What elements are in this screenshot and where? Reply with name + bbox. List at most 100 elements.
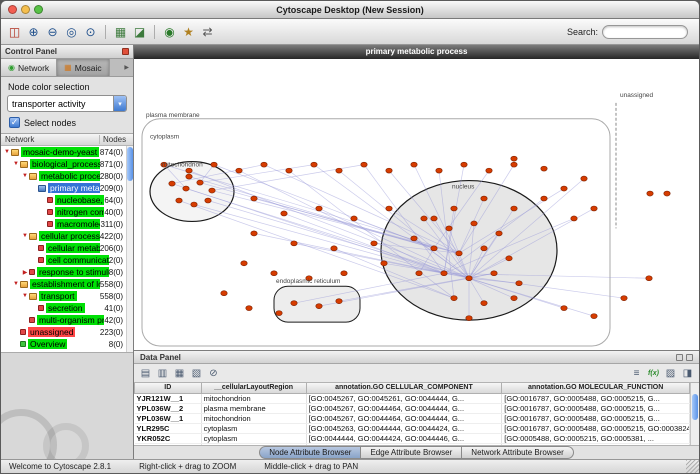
graph-node[interactable] bbox=[241, 261, 247, 266]
graph-node[interactable] bbox=[291, 301, 297, 306]
zoom-out-icon[interactable]: ⊖ bbox=[44, 23, 61, 40]
graph-node[interactable] bbox=[386, 168, 392, 173]
select-nodes-checkbox[interactable]: ✓ bbox=[9, 117, 20, 128]
tree-row[interactable]: nitrogen compound meta40(0) bbox=[1, 206, 133, 218]
column-header[interactable]: __cellularLayoutRegion bbox=[201, 383, 306, 393]
graph-node[interactable] bbox=[211, 162, 217, 167]
tree-row[interactable]: secretion41(0) bbox=[1, 302, 133, 314]
tree-row[interactable]: primary metabolic process209(0) bbox=[1, 182, 133, 194]
graph-node[interactable] bbox=[581, 176, 587, 181]
graph-node[interactable] bbox=[496, 231, 502, 236]
graph-node[interactable] bbox=[336, 299, 342, 304]
graph-node[interactable] bbox=[371, 241, 377, 246]
tab-network-attribute-browser[interactable]: Network Attribute Browser bbox=[461, 446, 573, 459]
graph-node[interactable] bbox=[251, 231, 257, 236]
graph-node[interactable] bbox=[386, 206, 392, 211]
graph-node[interactable] bbox=[456, 251, 462, 256]
zoom-fit-icon[interactable]: ⊙ bbox=[82, 23, 99, 40]
open-attribute-file-icon[interactable]: ◨ bbox=[680, 366, 695, 380]
tab-scroll-right-icon[interactable]: ▶ bbox=[120, 59, 133, 76]
expander-icon[interactable]: ▼ bbox=[21, 173, 29, 179]
annotation-icon[interactable]: ◉ bbox=[161, 23, 178, 40]
select-attributes-icon[interactable]: ▤ bbox=[138, 366, 153, 380]
graph-node[interactable] bbox=[221, 291, 227, 296]
graph-node[interactable] bbox=[236, 168, 242, 173]
graph-node[interactable] bbox=[271, 271, 277, 276]
resize-grip[interactable] bbox=[686, 460, 699, 473]
graph-node[interactable] bbox=[511, 162, 517, 167]
tree-scroll-thumb[interactable] bbox=[127, 147, 133, 181]
graph-node[interactable] bbox=[281, 211, 287, 216]
graph-node[interactable] bbox=[183, 186, 189, 191]
tree-row[interactable]: ▼transport558(0) bbox=[1, 290, 133, 302]
expander-icon[interactable]: ▼ bbox=[12, 281, 20, 287]
graph-node[interactable] bbox=[466, 276, 472, 281]
graph-node[interactable] bbox=[436, 168, 442, 173]
table-row[interactable]: YJR121W__1mitochondrion[GO:0045267, GO:0… bbox=[135, 393, 690, 403]
expander-icon[interactable]: ▼ bbox=[21, 233, 29, 239]
tree-scrollbar[interactable] bbox=[126, 146, 133, 352]
search-input[interactable] bbox=[602, 25, 688, 39]
graph-node[interactable] bbox=[186, 168, 192, 173]
graph-node[interactable] bbox=[421, 216, 427, 221]
graph-node[interactable] bbox=[486, 168, 492, 173]
graph-node[interactable] bbox=[591, 206, 597, 211]
graph-node[interactable] bbox=[481, 301, 487, 306]
maximize-button[interactable] bbox=[34, 5, 43, 14]
color-attribute-select[interactable]: transporter activity ▾ bbox=[7, 95, 127, 112]
graph-node[interactable] bbox=[169, 181, 175, 186]
tab-mosaic[interactable]: ▦ Mosaic bbox=[57, 59, 110, 76]
table-row[interactable]: YLR295Ccytoplasm[GO:0045263, GO:0044444,… bbox=[135, 423, 690, 433]
graph-node[interactable] bbox=[351, 216, 357, 221]
graph-node[interactable] bbox=[411, 236, 417, 241]
new-attribute-icon[interactable]: ▦ bbox=[172, 366, 187, 380]
graph-node[interactable] bbox=[461, 162, 467, 167]
graph-node[interactable] bbox=[511, 296, 517, 301]
graph-node[interactable] bbox=[451, 296, 457, 301]
table-row[interactable]: YKR052Ccytoplasm[GO:0044444, GO:0044424,… bbox=[135, 433, 690, 443]
function-builder-icon[interactable]: f(x) bbox=[646, 366, 661, 380]
tab-node-attribute-browser[interactable]: Node Attribute Browser bbox=[259, 446, 361, 459]
expander-icon[interactable]: ▼ bbox=[12, 161, 20, 167]
graph-node[interactable] bbox=[205, 198, 211, 203]
graph-node[interactable] bbox=[381, 261, 387, 266]
graph-node[interactable] bbox=[541, 166, 547, 171]
graph-node[interactable] bbox=[316, 304, 322, 309]
graph-node[interactable] bbox=[276, 311, 282, 316]
tree-row[interactable]: macromolecule metaboli311(0) bbox=[1, 218, 133, 230]
panel-close-icon[interactable] bbox=[122, 48, 129, 55]
column-header[interactable]: annotation.GO MOLECULAR_FUNCTION bbox=[502, 383, 690, 393]
graph-node[interactable] bbox=[664, 191, 670, 196]
zoom-in-icon[interactable]: ⊕ bbox=[25, 23, 42, 40]
tree-row[interactable]: multi-organism process42(0) bbox=[1, 314, 133, 326]
expander-icon[interactable]: ▼ bbox=[21, 293, 29, 299]
tree-row[interactable]: cellular metabolic proce206(0) bbox=[1, 242, 133, 254]
graph-node[interactable] bbox=[491, 271, 497, 276]
unselect-attributes-icon[interactable]: ▥ bbox=[155, 366, 170, 380]
import-attributes-icon[interactable]: ▨ bbox=[663, 366, 678, 380]
graph-node[interactable] bbox=[506, 256, 512, 261]
tree-row[interactable]: ▼cellular process422(0) bbox=[1, 230, 133, 242]
graph-node[interactable] bbox=[311, 162, 317, 167]
graph-node[interactable] bbox=[441, 271, 447, 276]
minimize-button[interactable] bbox=[21, 5, 30, 14]
graph-node[interactable] bbox=[416, 271, 422, 276]
tree-row[interactable]: Overview8(0) bbox=[1, 338, 133, 350]
hide-selected-icon[interactable]: ◪ bbox=[131, 23, 148, 40]
plugin-manager-icon[interactable]: ⇄ bbox=[199, 23, 216, 40]
graph-node[interactable] bbox=[286, 168, 292, 173]
graph-node[interactable] bbox=[176, 198, 182, 203]
graph-node[interactable] bbox=[411, 162, 417, 167]
graph-node[interactable] bbox=[561, 186, 567, 191]
graph-node[interactable] bbox=[647, 191, 653, 196]
panel-float-icon[interactable] bbox=[676, 354, 683, 361]
graph-node[interactable] bbox=[336, 168, 342, 173]
graph-node[interactable] bbox=[561, 306, 567, 311]
table-row[interactable]: YPL036W__2plasma membrane[GO:0045267, GO… bbox=[135, 403, 690, 413]
graph-node[interactable] bbox=[261, 162, 267, 167]
tab-edge-attribute-browser[interactable]: Edge Attribute Browser bbox=[360, 446, 462, 459]
tree-row[interactable]: ▼establishment of localiz558(0) bbox=[1, 278, 133, 290]
attribute-list-icon[interactable]: ≡ bbox=[629, 366, 644, 380]
tree-row[interactable]: ▼mosaic-demo-yeast874(0) bbox=[1, 146, 133, 158]
graph-node[interactable] bbox=[481, 196, 487, 201]
